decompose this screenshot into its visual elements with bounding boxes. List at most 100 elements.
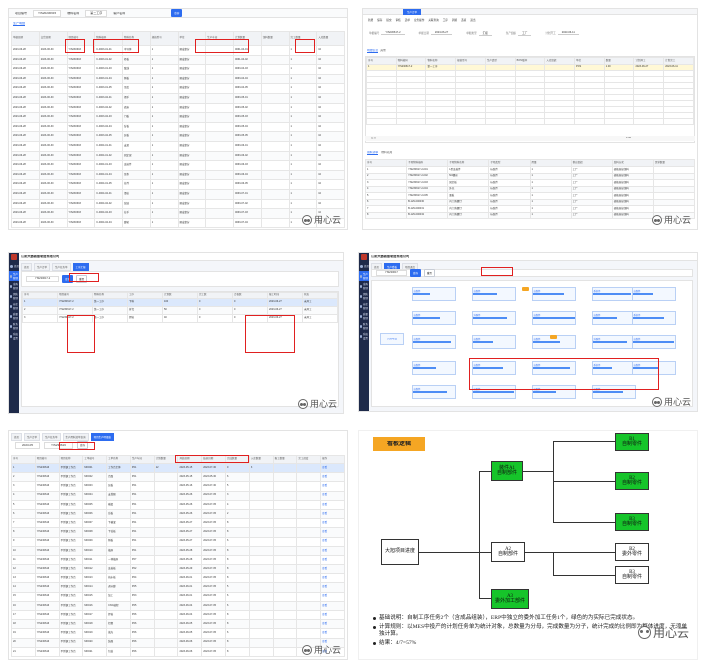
query-button[interactable]: 查询: [409, 269, 421, 277]
kanban-card[interactable]: 外购件: [592, 335, 636, 349]
view-link[interactable]: 查看: [320, 582, 345, 593]
table-row[interactable]: 1 YIS230617-2 第一工序 下料 100 0 0 2023-06-27 未开工: [22, 298, 338, 307]
sidebar-item[interactable]: 仓库管理: [9, 301, 19, 311]
kanban-card[interactable]: 自制件: [412, 361, 456, 375]
kanban-card[interactable]: 自制件: [632, 335, 676, 349]
table-row[interactable]: 6 YIS230616 不锈钢工作台 MO006 背板 P01 2023-05-26 2023…: [11, 508, 345, 520]
sidebar-item[interactable]: 生产管理: [359, 271, 369, 281]
sidebar-item[interactable]: 采购管理: [359, 281, 369, 291]
view-link[interactable]: 查看: [320, 600, 345, 612]
table-row[interactable]: 2023-06-28 2023-06-30 YIS230603 C-0004-02-0…: [11, 208, 345, 219]
kanban-card[interactable]: 委外件: [592, 287, 636, 301]
sidebar-item[interactable]: 首页: [359, 261, 369, 271]
view-link[interactable]: 查看: [320, 508, 345, 520]
table-row[interactable]: 2023-06-28 2023-06-30 YIS230603 C-0004-02-0…: [11, 198, 345, 210]
toolbar-button[interactable]: 审核: [395, 18, 402, 22]
query-button[interactable]: 查询: [171, 9, 183, 17]
table-row[interactable]: 19 YIS230616 不锈钢工作台 MO019 抛光 P06 2023-06-05 202…: [11, 628, 345, 639]
view-link[interactable]: 查看: [320, 462, 345, 474]
view-link[interactable]: 查看: [320, 499, 345, 510]
view-link[interactable]: 查看: [320, 554, 345, 566]
table-row[interactable]: 2023-06-28 2023-06-30 YIS230603 C-0003-01-0…: [11, 54, 345, 66]
sidebar-item[interactable]: 财务管理: [9, 321, 19, 331]
kanban-card[interactable]: 外购件: [472, 311, 516, 325]
query-input[interactable]: YIS230617-2: [26, 275, 60, 283]
table-row[interactable]: 21 YIS230616 不锈钢工作台 MO021 包装 P06 2023-06-06 202…: [11, 646, 345, 657]
view-link[interactable]: 查看: [320, 609, 345, 621]
view-link[interactable]: 查看: [320, 536, 345, 547]
table-row[interactable]: 2 YIS230616 不锈钢工作台 MO002 台面 P01 2023-05-15 2023…: [11, 472, 345, 483]
view-link[interactable]: 查看: [320, 490, 345, 501]
kanban-card[interactable]: 自制件: [472, 335, 516, 349]
tab[interactable]: 生产任务单: [52, 263, 71, 271]
table-row[interactable]: 2023-06-28 2023-06-30 YIS230603 C-0003-01-0…: [11, 64, 345, 75]
view-link[interactable]: 查看: [320, 619, 345, 630]
field-value[interactable]: YIS230617-2: [381, 31, 405, 35]
table-row[interactable]: 11 YIS230616 不锈钢工作台 MO011 一体抽屉 P07 2023-05-28 2…: [11, 554, 345, 566]
kanban-card[interactable]: 自制件: [412, 311, 456, 325]
table-row[interactable]: 12 YIS230616 不锈钢工作台 MO012 连接板 P02 2023-05-29 20…: [11, 564, 345, 575]
sidebar-item[interactable]: 首页: [9, 261, 19, 271]
toolbar-button[interactable]: 工序: [442, 18, 449, 22]
table-row[interactable]: 1 YIS230616 不锈钢工作台 MO001 工作台主体 P01 12 2023-05-1…: [11, 462, 345, 474]
toolbar-button[interactable]: 保存: [376, 18, 383, 22]
toolbar-button[interactable]: 选项: [460, 18, 467, 22]
table-row[interactable]: 2023-06-28 2023-06-30 YIS230603 C-0003-01-0…: [11, 83, 345, 94]
table-row[interactable]: 4 YIS230616 不锈钢工作台 MO004 支撑腿 P01 2023-05-26 202…: [11, 490, 345, 501]
table-row[interactable]: 9 YIS230616 不锈钢工作台 MO009 侧板 P01 2023-05-27 2023…: [11, 536, 345, 547]
filter-value-material[interactable]: 第二工序: [85, 9, 108, 17]
lower-tab-issue[interactable]: 物料领用: [381, 151, 392, 155]
view-link[interactable]: 查看: [320, 573, 345, 584]
table-row[interactable]: 2023-06-28 2023-06-30 YIS230603 C-0003-01-0…: [11, 73, 345, 85]
period-select[interactable]: 2023-05: [15, 441, 41, 449]
kanban-card[interactable]: 自制件: [532, 311, 576, 325]
sub-tab-other[interactable]: 其他: [380, 49, 386, 53]
kanban-card[interactable]: 自制件: [412, 385, 456, 399]
table-row[interactable]: 2023-06-28 2023-06-30 YIS230603 C-0004-01-0…: [11, 150, 345, 162]
field-value[interactable]: 汇报: [478, 31, 492, 36]
kanban-card[interactable]: 自制件: [472, 287, 516, 301]
table-row[interactable]: 2023-06-28 2023-06-30 YIS230603 C-0003-02-0…: [11, 131, 345, 142]
table-row[interactable]: 16 YIS230616 不锈钢工作台 MO016 CNC编程 P05 2023-06-04…: [11, 600, 345, 612]
table-row[interactable]: 3 YIS230616 不锈钢工作台 MO003 层板 P01 2023-05-16 2023…: [11, 481, 345, 492]
table-row[interactable]: 2 YIS230617-2 第一工序 折弯 50 0 0 2023-06-27 未开工: [22, 306, 338, 315]
tab[interactable]: 生产订单: [34, 263, 51, 271]
table-row[interactable]: 2023-06-28 2023-06-30 YIS230603 C-0003-02-0…: [11, 92, 345, 104]
table-row[interactable]: 2023-06-28 2023-06-30 YIS230603 C-0004-01-0…: [11, 160, 345, 171]
table-row[interactable]: 2023-06-28 2023-06-30 YIS230603 C-0004-02-0…: [11, 188, 345, 200]
tab-production-detail[interactable]: 生产明细: [13, 22, 26, 26]
field-value[interactable]: 2023-06-11: [557, 31, 579, 35]
sidebar-item[interactable]: 质量管理: [9, 311, 19, 321]
table-row[interactable]: 2023-06-28 2023-06-30 YIS230603 C-0004-02-0…: [11, 217, 345, 229]
table-row[interactable]: 2023-06-28 2023-06-30 YIS230603 C-0003-02-0…: [11, 121, 345, 133]
view-link[interactable]: 查看: [320, 545, 345, 556]
table-row[interactable]: 8 YIS230616 不锈钢工作台 MO008 下背板 P01 2023-05-27 202…: [11, 527, 345, 538]
sub-tab-detail[interactable]: 明细信息: [367, 49, 379, 53]
sidebar-item[interactable]: 系统设置: [359, 331, 369, 341]
tab[interactable]: 工序汇报: [72, 263, 89, 271]
table-row[interactable]: 2023-06-28 2023-06-30 YIS230603 C-0003-02-0…: [11, 102, 345, 114]
kanban-card[interactable]: 自制件: [532, 287, 576, 301]
sidebar-item[interactable]: 生产管理: [9, 271, 19, 281]
sidebar-item[interactable]: 采购管理: [9, 281, 19, 291]
query-input[interactable]: YIS230617: [376, 269, 407, 277]
tab-production-order[interactable]: 生产订单: [403, 9, 422, 15]
toolbar-button[interactable]: 退出: [469, 18, 476, 22]
table-row[interactable]: 13 YIS230616 不锈钢工作台 MO013 挡水板 P04 2023-06-01 20…: [11, 573, 345, 584]
view-link[interactable]: 查看: [320, 628, 345, 639]
tab[interactable]: 首页: [21, 263, 33, 271]
kanban-card[interactable]: 自制件: [632, 287, 676, 301]
kanban-card[interactable]: 自制件: [412, 287, 456, 301]
view-link[interactable]: 查看: [320, 591, 345, 602]
table-row[interactable]: 2023-06-28 2023-06-30 YIS230603 C-0003-02-0…: [11, 112, 345, 123]
toolbar-button[interactable]: 关联查询: [427, 18, 439, 22]
table-row[interactable]: 18 YIS230616 不锈钢工作台 MO018 打磨 P06 2023-06-05 202…: [11, 619, 345, 630]
table-row[interactable]: 10 YIS230616 不锈钢工作台 MO010 抽屉 P01 2023-05-28 202…: [11, 545, 345, 556]
root-node[interactable]: 大旭项目: [387, 338, 397, 341]
view-link[interactable]: 查看: [320, 527, 345, 538]
field-value[interactable]: 工厂: [518, 31, 532, 36]
reset-button[interactable]: 重置: [423, 269, 435, 277]
sidebar-item[interactable]: 财务管理: [359, 321, 369, 331]
view-link[interactable]: 查看: [320, 481, 345, 492]
table-row[interactable]: 20 YIS230616 不锈钢工作台 MO020 装配 P06 2023-06-06 202…: [11, 637, 345, 648]
